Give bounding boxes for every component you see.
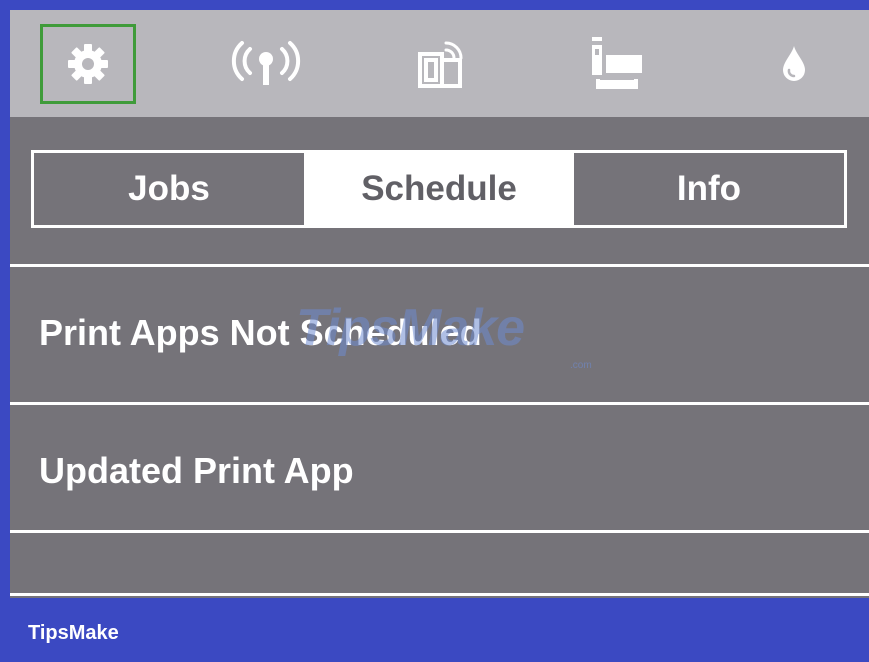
top-toolbar: [10, 10, 869, 117]
tab-jobs[interactable]: Jobs: [34, 153, 304, 225]
printer-network-icon[interactable]: [568, 24, 664, 104]
list-item-updated-print-app[interactable]: Updated Print App: [39, 450, 354, 492]
tab-schedule[interactable]: Schedule: [304, 153, 574, 225]
tab-bar: Jobs Schedule Info: [31, 150, 847, 228]
wireless-signal-icon[interactable]: [218, 24, 314, 104]
divider: [10, 264, 869, 267]
printer-screen: Jobs Schedule Info Print Apps Not Schedu…: [10, 10, 869, 598]
web-services-icon[interactable]: [395, 24, 491, 104]
watermark-text: TipsMake: [296, 299, 525, 357]
settings-gear-icon[interactable]: [40, 24, 136, 104]
divider: [10, 402, 869, 405]
footer-brand: TipsMake: [28, 622, 119, 644]
divider: [10, 530, 869, 533]
watermark-suffix: .com: [570, 360, 592, 371]
divider: [10, 593, 869, 596]
ink-drop-icon[interactable]: [746, 24, 842, 104]
tab-info[interactable]: Info: [574, 153, 844, 225]
